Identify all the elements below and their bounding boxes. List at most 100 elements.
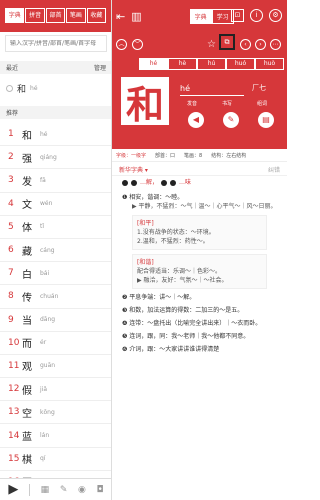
play-icon[interactable]: ▶ [8, 482, 18, 497]
list-pinyin: qí [40, 455, 46, 463]
grid-icon[interactable]: ▦ [41, 485, 50, 495]
tab-zidian[interactable]: 字典 [189, 8, 212, 24]
list-index: 14 [8, 430, 20, 441]
etym-b: …味 [179, 179, 192, 186]
back-icon[interactable]: ⇤ [116, 10, 125, 23]
write-icon[interactable]: ✎ [223, 112, 239, 128]
list-item[interactable]: 3 发 fā [0, 169, 111, 193]
list-index: 11 [8, 360, 20, 371]
dot-icon [170, 179, 177, 186]
pinyin-chip-huo4[interactable]: huò [255, 58, 284, 70]
book-icon[interactable]: ▥ [131, 10, 141, 23]
character-header: ︿ ﹀ ☆ ⧉ ‹ › ⋯ hé hè hú huó huò 和 hé 厂七 发… [112, 32, 287, 149]
list-index: 6 [8, 245, 14, 256]
definition-content: …解， …味 ❶ 相安，谐调：～睦。 ▶ 平静，不猛烈：～气｜温～｜心平气～｜风… [122, 178, 284, 358]
dictionary-selector[interactable]: 新华字典 ▾ [119, 165, 148, 174]
list-item[interactable]: 14 蓝 lán [0, 424, 111, 448]
recent-char: 和 [17, 85, 27, 95]
recent-title: 最近 [6, 65, 19, 72]
pinyin-chip-he2[interactable]: hé [139, 58, 168, 70]
left-bottom-toolbar: ▶ ▦ ✎ ◉ ◘ [0, 478, 111, 500]
list-pinyin: guān [40, 362, 56, 370]
list-pinyin: qiáng [40, 153, 57, 161]
list-index: 10 [8, 337, 20, 348]
note-line: ▶ 融洽，友好：气氛～｜～社会。 [137, 277, 228, 284]
mode-tabs: 字典 学习 [189, 8, 234, 24]
list-pinyin: jiǎ [40, 385, 48, 393]
pinyin-chip-hu2[interactable]: hú [197, 58, 226, 70]
radio-icon[interactable] [6, 85, 13, 92]
note-tag: [和谐] [137, 259, 154, 266]
list-char: 藏 [22, 246, 32, 258]
list-item[interactable]: 13 空 kōng [0, 401, 111, 425]
words-label: 组词 [257, 101, 268, 107]
list-char: 棋 [22, 455, 32, 467]
search-box[interactable] [5, 35, 107, 52]
list-item[interactable]: 10 而 ér [0, 332, 111, 355]
settings-icon[interactable]: ⚙ [269, 9, 282, 22]
search-input[interactable] [10, 40, 102, 47]
more-icon[interactable]: ⋯ [270, 39, 281, 50]
next-icon[interactable]: › [255, 39, 266, 50]
tab-radical[interactable]: 部首 [45, 8, 66, 23]
tab-strokes[interactable]: 笔画 [66, 8, 86, 23]
list-index: 4 [8, 198, 14, 209]
speaker-icon[interactable]: ◀ [188, 112, 204, 128]
list-item[interactable]: 1 和 hé [0, 123, 111, 147]
copy-icon[interactable]: ⧉ [219, 34, 235, 50]
list-item[interactable]: 2 强 qiáng [0, 146, 111, 170]
star-icon[interactable]: ☆ [207, 39, 216, 50]
list-char: 当 [22, 316, 32, 328]
tab-pinyin[interactable]: 拼音 [25, 8, 45, 23]
main-pinyin: hé [180, 84, 190, 93]
list-index: 2 [8, 152, 14, 163]
scan-icon[interactable]: ⊡ [231, 9, 244, 22]
list-item[interactable]: 5 体 tǐ [0, 216, 111, 239]
recent-item[interactable]: 和 hé [6, 82, 38, 95]
list-item[interactable]: 7 白 bái [0, 262, 111, 286]
dot-icon [161, 179, 168, 186]
prev-icon[interactable]: ‹ [240, 39, 251, 50]
list-pinyin: tǐ [40, 223, 45, 231]
list-pinyin: dāng [40, 316, 56, 324]
list-item[interactable]: 6 藏 cáng [0, 239, 111, 263]
recommend-title: 推荐 [6, 110, 19, 117]
definition-item: ❷ 平息争端：讲～｜～解。 [122, 293, 284, 302]
manage-button[interactable]: 管理 [94, 63, 106, 72]
camera-icon[interactable]: ◘ [97, 485, 104, 495]
list-item[interactable]: 12 假 jiǎ [0, 378, 111, 402]
recent-header: 最近 管理 [0, 61, 111, 74]
list-item[interactable]: 4 文 wén [0, 193, 111, 216]
dot-icon [131, 179, 137, 186]
main-character: 和 [125, 81, 164, 127]
definition-item: ❹ 连带：～盘托出（比喻完全讲出来）｜～衣而卧。 [122, 319, 284, 328]
expand-icon[interactable]: ﹀ [132, 39, 143, 50]
list-pinyin: wén [40, 200, 53, 208]
right-topbar: ⇤ ▥ 字典 学习 ⊡ i ⚙ [112, 0, 287, 32]
report-link[interactable]: 纠错 [268, 165, 280, 174]
pinyin-chip-huo2[interactable]: huó [226, 58, 255, 70]
definition-sub: ▶ 平静，不猛烈：～气｜温～｜心平气～｜风～日丽。 [132, 203, 277, 210]
list-char: 而 [22, 339, 32, 351]
tab-favorites[interactable]: 收藏 [86, 8, 107, 23]
divider [180, 95, 244, 96]
meta-structure: 结构：左右结构 [211, 152, 247, 159]
meta-strokes: 笔画：8 [184, 152, 203, 159]
list-item[interactable]: 15 棋 qí [0, 448, 111, 471]
mic-icon[interactable]: ◉ [78, 485, 86, 495]
definition-text: ❺ 连词，跟，同：我～老师｜我～他都不同意。 [122, 333, 250, 340]
meta-row: 字级：一级字 部首：口 笔画：8 结构：左右结构 [112, 149, 287, 162]
pinyin-chips: hé hè hú huó huò [139, 58, 284, 70]
list-item[interactable]: 9 当 dāng [0, 309, 111, 332]
etym-a: …解， [140, 179, 159, 186]
tab-dictionary[interactable]: 字典 [5, 8, 25, 23]
info-icon[interactable]: i [250, 9, 263, 22]
pinyin-chip-he4[interactable]: hè [168, 58, 197, 70]
pen-icon[interactable]: ✎ [60, 485, 68, 495]
list-item[interactable]: 11 观 guān [0, 355, 111, 379]
words-icon[interactable]: ▤ [258, 112, 274, 128]
collapse-icon[interactable]: ︿ [116, 39, 127, 50]
definition-text: ❶ 相安，谐调：～睦。 [122, 194, 184, 201]
list-item[interactable]: 8 传 chuán [0, 285, 111, 309]
list-char: 传 [22, 292, 32, 304]
